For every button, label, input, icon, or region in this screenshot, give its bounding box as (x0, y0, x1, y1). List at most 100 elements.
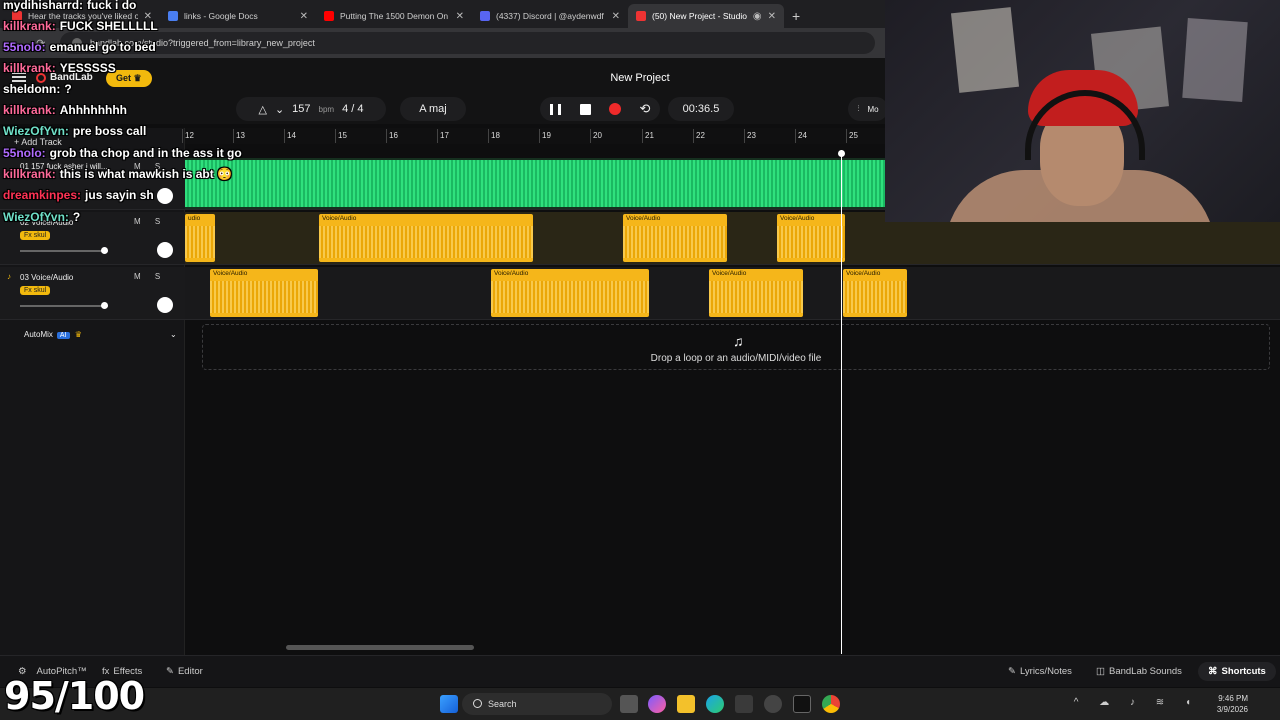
audio-clip[interactable]: Voice/Audio (843, 269, 907, 317)
waveform (777, 226, 845, 258)
pause-button[interactable] (543, 97, 567, 121)
automix-toggle[interactable]: AutoMix AI ♛ ⌄ (0, 326, 185, 346)
chat-username: WiezOfYvn: (3, 124, 69, 138)
track-name[interactable]: 03 Voice/Audio (20, 273, 73, 282)
volume-handle[interactable] (101, 247, 108, 254)
key-value: A maj (419, 103, 447, 115)
taskbar-search[interactable]: Search (462, 693, 612, 715)
chat-message: 55nolo: grob tha chop and in the ass it g… (3, 146, 242, 160)
chevron-down-icon[interactable]: ⌄ (170, 330, 177, 339)
chat-text: FUCK SHELLLLL (59, 19, 158, 33)
track-lane[interactable]: Voice/Audio Voice/Audio Voice/Audio Voic… (185, 267, 1280, 320)
task-view-icon[interactable] (620, 695, 638, 713)
editor-button[interactable]: ✎ Editor (166, 666, 203, 677)
wall-poster (1182, 18, 1248, 102)
shortcuts-label: Shortcuts (1221, 666, 1266, 677)
browser-tab[interactable]: links - Google Docs ✕ (160, 4, 316, 28)
url-field[interactable]: bandlab.com/studio?triggered_from=librar… (60, 32, 875, 54)
close-icon[interactable]: ✕ (612, 11, 620, 22)
pan-knob[interactable] (157, 242, 173, 258)
stop-button[interactable] (573, 97, 597, 121)
transport-controls: ⟲ (540, 97, 660, 121)
pan-knob[interactable] (157, 297, 173, 313)
ruler-tick: 12 (182, 129, 194, 143)
audio-clip[interactable]: Voice/Audio (319, 214, 533, 262)
automix-label: AutoMix (24, 330, 53, 339)
browser-tab-active[interactable]: (50) New Project - Studio ◉ ✕ (628, 4, 784, 28)
shortcuts-button[interactable]: ⌘ Shortcuts (1198, 662, 1276, 681)
new-tab-button[interactable]: + (784, 8, 808, 28)
audio-clip[interactable]: Voice/Audio (709, 269, 803, 317)
track-header[interactable]: ♪ 03 Voice/Audio M S Fx skul (0, 267, 185, 320)
close-icon[interactable]: ✕ (300, 11, 308, 22)
chat-text: fuck i do (87, 0, 137, 12)
track-header[interactable]: 01 157 fuck asher i will... M S (0, 158, 185, 210)
key-control[interactable]: A maj (400, 97, 466, 121)
mixer-button[interactable]: ⫶ Mo (848, 97, 888, 121)
volume-slider[interactable] (20, 302, 108, 309)
volume-slider[interactable] (20, 247, 108, 254)
chat-text: this is what mawkish is abt 😳 (59, 167, 233, 181)
audio-clip[interactable]: Voice/Audio (491, 269, 649, 317)
lyrics-label: Lyrics/Notes (1019, 666, 1072, 677)
browser-tab[interactable]: Putting The 1500 Demon On A ✕ (316, 4, 472, 28)
windows-start-icon[interactable] (440, 695, 458, 713)
tab-title: Putting The 1500 Demon On A (340, 11, 450, 21)
audio-clip[interactable]: Voice/Audio (210, 269, 318, 317)
time-display: 00:36.5 (668, 97, 734, 121)
system-tray-icons[interactable]: ^ ☁ ♪ ≋ ◖ (1074, 697, 1200, 708)
chat-text: Ahhhhhhhh (59, 103, 128, 117)
capcut-icon[interactable] (793, 695, 811, 713)
audio-clip[interactable]: Voice/Audio (623, 214, 727, 262)
waveform (491, 281, 649, 313)
file-explorer-icon[interactable] (677, 695, 695, 713)
time-value: 00:36.5 (682, 103, 720, 115)
playhead-handle[interactable] (838, 150, 845, 157)
lyrics-notes-button[interactable]: ✎ Lyrics/Notes (1008, 666, 1072, 677)
fx-badge[interactable]: Fx skul (20, 231, 51, 240)
tab-title: (4337) Discord | @aydenwdf (496, 11, 604, 21)
chevron-down-icon[interactable]: ⌄ (275, 103, 284, 116)
audio-clip[interactable]: Voice/Audio (777, 214, 845, 262)
sounds-icon: ◫ (1096, 666, 1105, 677)
drop-zone[interactable]: ♫ Drop a loop or an audio/MIDI/video fil… (202, 324, 1270, 370)
horizontal-scrollbar[interactable] (286, 645, 474, 650)
volume-handle[interactable] (101, 302, 108, 309)
obs-icon[interactable] (764, 695, 782, 713)
mixer-label: Mo (867, 104, 879, 114)
chat-text: ? (72, 210, 81, 224)
mute-solo-buttons[interactable]: M S (134, 272, 166, 281)
stop-icon (579, 103, 591, 115)
playhead[interactable] (841, 150, 842, 654)
tempo-control[interactable]: △ ⌄ 157 bpm 4 / 4 (236, 97, 386, 121)
audio-clip[interactable]: udio (185, 214, 215, 262)
pan-knob[interactable] (157, 188, 173, 204)
browser-tab[interactable]: (4337) Discord | @aydenwdf ✕ (472, 4, 628, 28)
ruler-tick: 25 (846, 129, 858, 143)
close-icon[interactable]: ✕ (456, 11, 464, 22)
recording-icon: ◉ (752, 10, 762, 22)
metronome-icon[interactable]: △ (258, 103, 266, 116)
sounds-label: BandLab Sounds (1108, 666, 1182, 677)
fx-badge[interactable]: Fx skul (20, 286, 51, 295)
taskbar-clock[interactable]: 9:46 PM 3/9/2026 (1217, 693, 1248, 715)
chat-message: killkrank: this is what mawkish is abt 😳 (3, 167, 232, 181)
chat-username: 55nolo: (3, 146, 46, 160)
clip-label: Voice/Audio (213, 270, 248, 277)
loop-button[interactable]: ⟲ (633, 97, 657, 121)
edge-icon[interactable] (706, 695, 724, 713)
pencil-icon: ✎ (166, 666, 174, 677)
chrome-icon[interactable] (822, 695, 840, 713)
bandlab-sounds-button[interactable]: ◫ BandLab Sounds (1096, 666, 1182, 677)
copilot-icon[interactable] (648, 695, 666, 713)
bpm-value[interactable]: 157 (292, 103, 310, 115)
store-icon[interactable] (735, 695, 753, 713)
mute-solo-buttons[interactable]: M S (134, 217, 166, 226)
time-signature[interactable]: 4 / 4 (342, 103, 363, 115)
record-button[interactable] (603, 97, 627, 121)
ruler-tick: 13 (233, 129, 245, 143)
chat-message: killkrank: FUCK SHELLLLL (3, 19, 158, 33)
chat-username: mydihisharrd: (3, 0, 84, 12)
close-icon[interactable]: ✕ (768, 11, 776, 22)
waveform (623, 226, 727, 258)
